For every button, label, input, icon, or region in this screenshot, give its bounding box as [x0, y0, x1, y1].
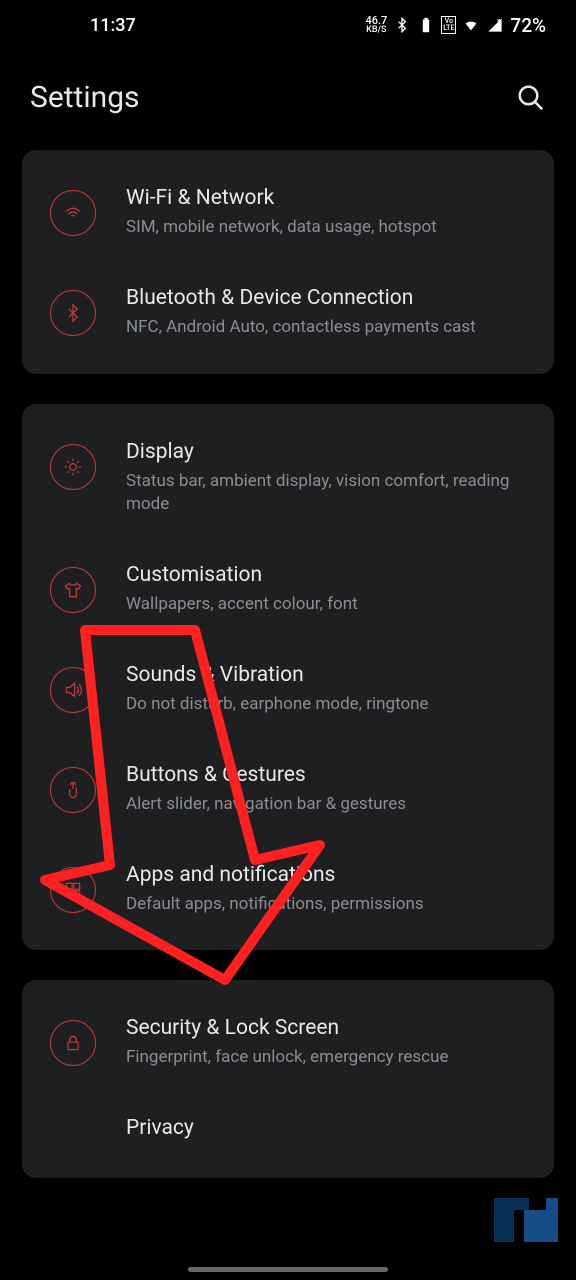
item-title: Customisation — [126, 563, 532, 587]
status-icons: 46.7 KB/S VoLTE × 72% — [365, 14, 546, 37]
settings-item-security[interactable]: Security & Lock Screen Fingerprint, face… — [22, 992, 554, 1092]
settings-item-customisation[interactable]: Customisation Wallpapers, accent colour,… — [22, 539, 554, 639]
settings-group: Display Status bar, ambient display, vis… — [22, 404, 554, 951]
home-indicator[interactable] — [188, 1267, 388, 1272]
item-title: Display — [126, 440, 532, 464]
status-time: 11:37 — [90, 15, 136, 36]
status-bar: 11:37 46.7 KB/S VoLTE × 72% — [0, 0, 576, 50]
search-icon[interactable] — [516, 83, 546, 113]
wifi-icon — [50, 190, 96, 236]
data-speed: 46.7 KB/S — [365, 15, 387, 35]
wifi-icon — [462, 17, 480, 33]
settings-item-buttons[interactable]: Buttons & Gestures Alert slider, navigat… — [22, 739, 554, 839]
battery-percent: 72% — [510, 14, 546, 37]
volte-badge: VoLTE — [441, 16, 456, 34]
item-subtitle: Alert slider, navigation bar & gestures — [126, 793, 532, 817]
item-title: Wi-Fi & Network — [126, 186, 532, 210]
shirt-icon — [50, 567, 96, 613]
settings-item-wifi[interactable]: Wi-Fi & Network SIM, mobile network, dat… — [22, 162, 554, 262]
watermark-logo — [486, 1190, 566, 1250]
gesture-icon — [50, 767, 96, 813]
item-title: Security & Lock Screen — [126, 1016, 532, 1040]
settings-item-display[interactable]: Display Status bar, ambient display, vis… — [22, 416, 554, 540]
item-title: Privacy — [126, 1116, 532, 1140]
item-subtitle: Do not disturb, earphone mode, ringtone — [126, 693, 532, 717]
settings-item-privacy[interactable]: Privacy — [22, 1092, 554, 1166]
bluetooth-icon — [50, 290, 96, 336]
item-title: Apps and notifications — [126, 863, 532, 887]
settings-group: Wi-Fi & Network SIM, mobile network, dat… — [22, 150, 554, 374]
battery-small-icon — [417, 17, 435, 33]
item-subtitle: NFC, Android Auto, contactless payments … — [126, 316, 532, 340]
item-title: Sounds & Vibration — [126, 663, 532, 687]
item-title: Bluetooth & Device Connection — [126, 286, 532, 310]
item-subtitle: Status bar, ambient display, vision comf… — [126, 470, 532, 518]
settings-item-apps[interactable]: Apps and notifications Default apps, not… — [22, 839, 554, 939]
page-title: Settings — [30, 80, 140, 115]
settings-list: Wi-Fi & Network SIM, mobile network, dat… — [0, 150, 576, 1178]
display-icon — [50, 444, 96, 490]
item-subtitle: Wallpapers, accent colour, font — [126, 593, 532, 617]
bluetooth-icon — [393, 17, 411, 33]
signal-icon: × — [486, 17, 504, 33]
sound-icon — [50, 667, 96, 713]
grid-icon — [50, 867, 96, 913]
settings-item-bluetooth[interactable]: Bluetooth & Device Connection NFC, Andro… — [22, 262, 554, 362]
item-title: Buttons & Gestures — [126, 763, 532, 787]
lock-icon — [50, 1020, 96, 1066]
header: Settings — [0, 50, 576, 150]
item-subtitle: Fingerprint, face unlock, emergency resc… — [126, 1046, 532, 1070]
svg-text:×: × — [497, 17, 501, 24]
settings-group: Security & Lock Screen Fingerprint, face… — [22, 980, 554, 1178]
settings-item-sounds[interactable]: Sounds & Vibration Do not disturb, earph… — [22, 639, 554, 739]
item-subtitle: SIM, mobile network, data usage, hotspot — [126, 216, 532, 240]
item-subtitle: Default apps, notifications, permissions — [126, 893, 532, 917]
